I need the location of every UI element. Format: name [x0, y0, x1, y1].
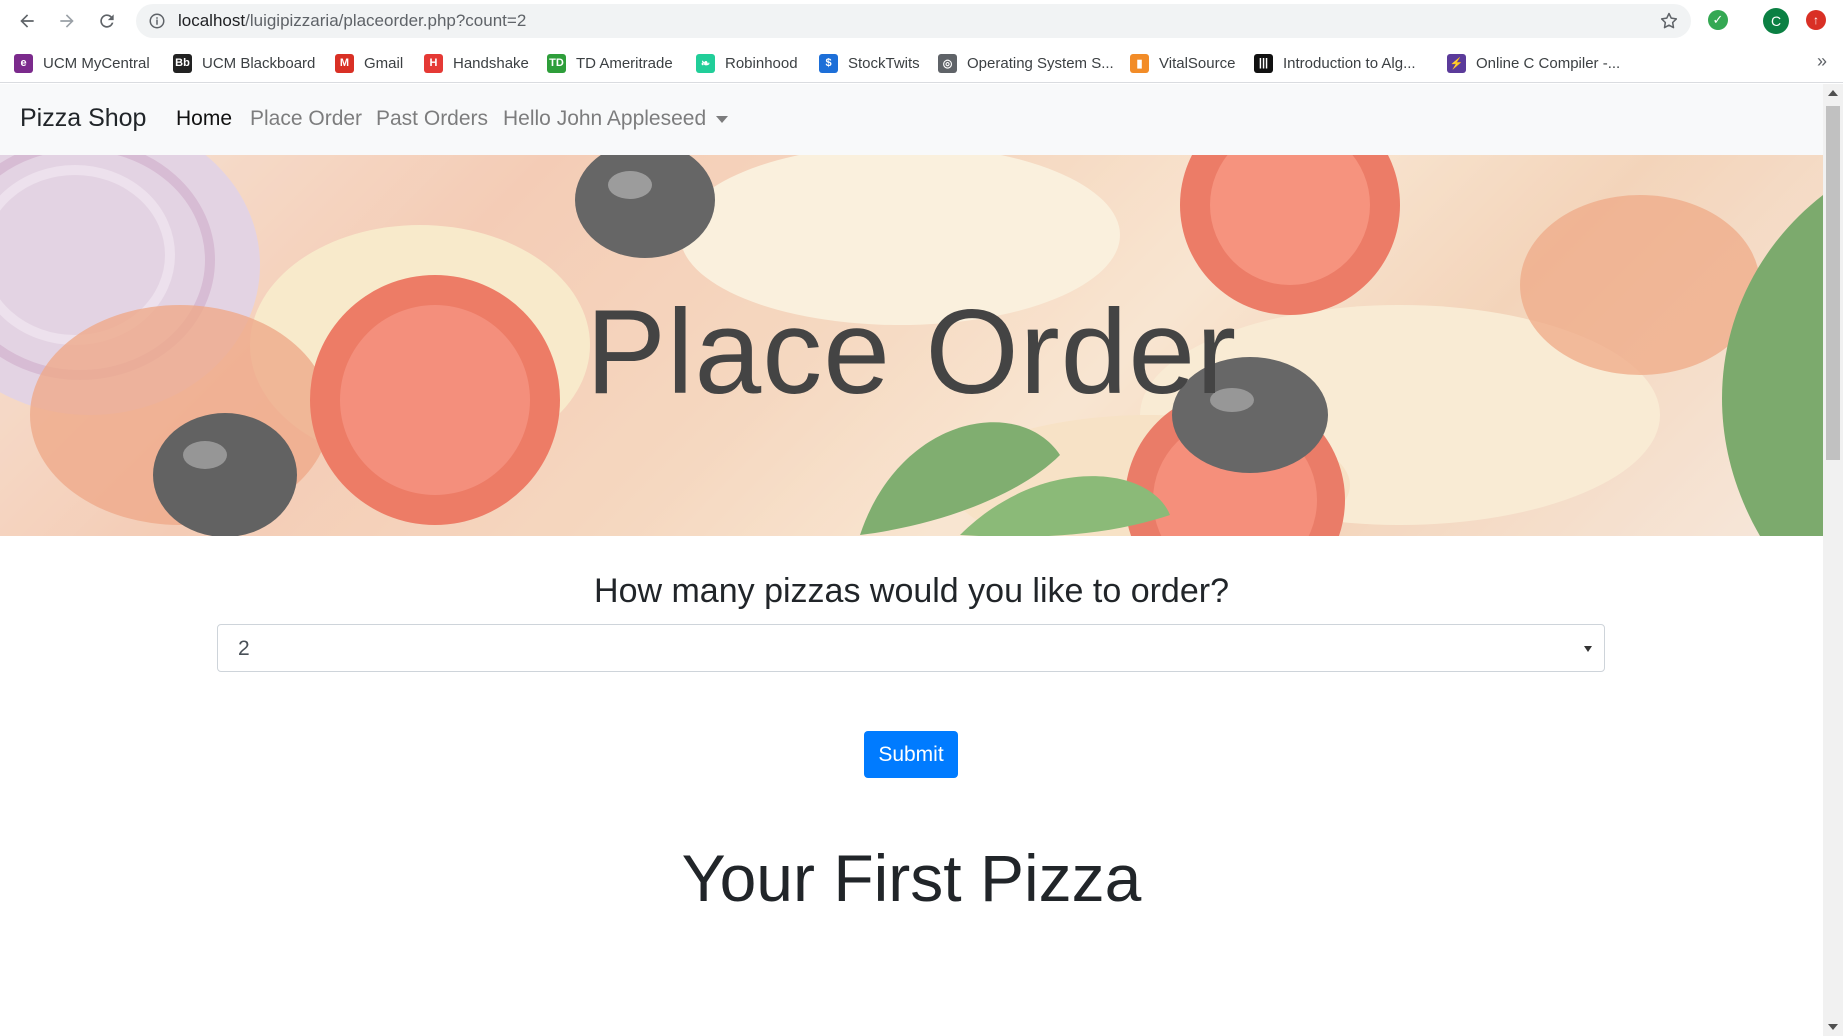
bookmark-label: Robinhood	[725, 54, 798, 72]
bookmark-label: Handshake	[453, 54, 529, 72]
robinhood-icon: ❧	[696, 53, 715, 73]
caret-down-icon	[716, 115, 729, 123]
page-viewport: Pizza Shop Home Place Order Past Orders …	[0, 84, 1823, 1036]
bookmark-item[interactable]: e UCM MyCentral	[14, 51, 150, 75]
bookmark-label: UCM Blackboard	[202, 54, 316, 72]
bookmark-item[interactable]: M Gmail	[335, 51, 403, 75]
profile-avatar[interactable]: C	[1763, 8, 1789, 34]
address-bar[interactable]: localhost/luigipizzaria/placeorder.php?c…	[136, 4, 1691, 38]
bookmarks-overflow-button[interactable]: »	[1817, 51, 1827, 72]
blackboard-icon: Bb	[173, 53, 192, 73]
pizza-count-question: How many pizzas would you like to order?	[594, 572, 1229, 610]
bookmark-item[interactable]: Bb UCM Blackboard	[173, 51, 315, 75]
bookmark-item[interactable]: ▮ VitalSource	[1130, 51, 1235, 75]
bookmark-item[interactable]: ❧ Robinhood	[696, 51, 798, 75]
scroll-down-arrow-icon[interactable]	[1828, 1024, 1838, 1030]
hero-banner: Place Order	[0, 155, 1823, 536]
pizza-count-select[interactable]: 2	[217, 624, 1605, 672]
pizza-count-value: 2	[238, 637, 250, 660]
bookmark-item[interactable]: ◎ Operating System S...	[938, 51, 1114, 75]
hero-title: Place Order	[585, 285, 1238, 419]
info-icon[interactable]	[148, 12, 166, 30]
book-barcode-icon: |||	[1254, 53, 1273, 73]
back-arrow-icon[interactable]	[14, 8, 40, 34]
browser-toolbar: localhost/luigipizzaria/placeorder.php?c…	[0, 0, 1843, 43]
bookmark-item[interactable]: H Handshake	[424, 51, 529, 75]
vitalsource-icon: ▮	[1130, 53, 1149, 73]
nav-link-past-orders[interactable]: Past Orders	[376, 107, 488, 131]
bookmark-item[interactable]: $ StockTwits	[819, 51, 920, 75]
bookmark-item[interactable]: ⚡ Online C Compiler -...	[1447, 51, 1620, 75]
page-scrollbar[interactable]	[1823, 84, 1843, 1036]
compiler-icon: ⚡	[1447, 53, 1466, 73]
reload-icon[interactable]	[94, 8, 120, 34]
bookmark-label: TD Ameritrade	[576, 54, 673, 72]
nav-link-place-order[interactable]: Place Order	[250, 107, 362, 131]
gmail-icon: M	[335, 53, 354, 73]
handshake-icon: H	[424, 53, 443, 73]
bookmark-star-icon[interactable]	[1659, 11, 1679, 31]
bookmark-label: UCM MyCentral	[43, 54, 150, 72]
bookmark-label: Online C Compiler -...	[1476, 54, 1621, 72]
ucm-mycentral-icon: e	[14, 53, 33, 73]
forward-arrow-icon[interactable]	[54, 8, 80, 34]
brand-link[interactable]: Pizza Shop	[20, 104, 146, 133]
bookmarks-bar: e UCM MyCentral Bb UCM Blackboard M Gmail H Han…	[0, 43, 1843, 83]
scroll-up-arrow-icon[interactable]	[1828, 90, 1838, 96]
bookmark-item[interactable]: ||| Introduction to Alg...	[1254, 51, 1416, 75]
bookmark-label: Operating System S...	[967, 54, 1114, 72]
bookmark-label: Gmail	[364, 54, 404, 72]
globe-icon: ◎	[938, 53, 957, 73]
select-arrow-icon	[1584, 646, 1592, 652]
url-text[interactable]: localhost/luigipizzaria/placeorder.php?c…	[178, 12, 526, 30]
bookmark-label: Introduction to Alg...	[1283, 54, 1416, 72]
site-navbar: Pizza Shop Home Place Order Past Orders …	[0, 84, 1823, 155]
first-pizza-heading: Your First Pizza	[681, 841, 1142, 915]
td-ameritrade-icon: TD	[547, 53, 566, 73]
user-dropdown[interactable]: Hello John Appleseed	[503, 107, 729, 131]
extension-check-icon[interactable]: ✓	[1708, 10, 1728, 30]
scrollbar-thumb[interactable]	[1826, 106, 1840, 460]
bookmark-label: StockTwits	[848, 54, 920, 72]
user-greeting: Hello John Appleseed	[503, 107, 707, 130]
stocktwits-icon: $	[819, 53, 838, 73]
bookmark-label: VitalSource	[1159, 54, 1236, 72]
update-icon[interactable]: ↑	[1806, 10, 1826, 30]
bookmark-item[interactable]: TD TD Ameritrade	[547, 51, 673, 75]
nav-link-home[interactable]: Home	[176, 107, 232, 131]
submit-button[interactable]: Submit	[864, 731, 958, 778]
